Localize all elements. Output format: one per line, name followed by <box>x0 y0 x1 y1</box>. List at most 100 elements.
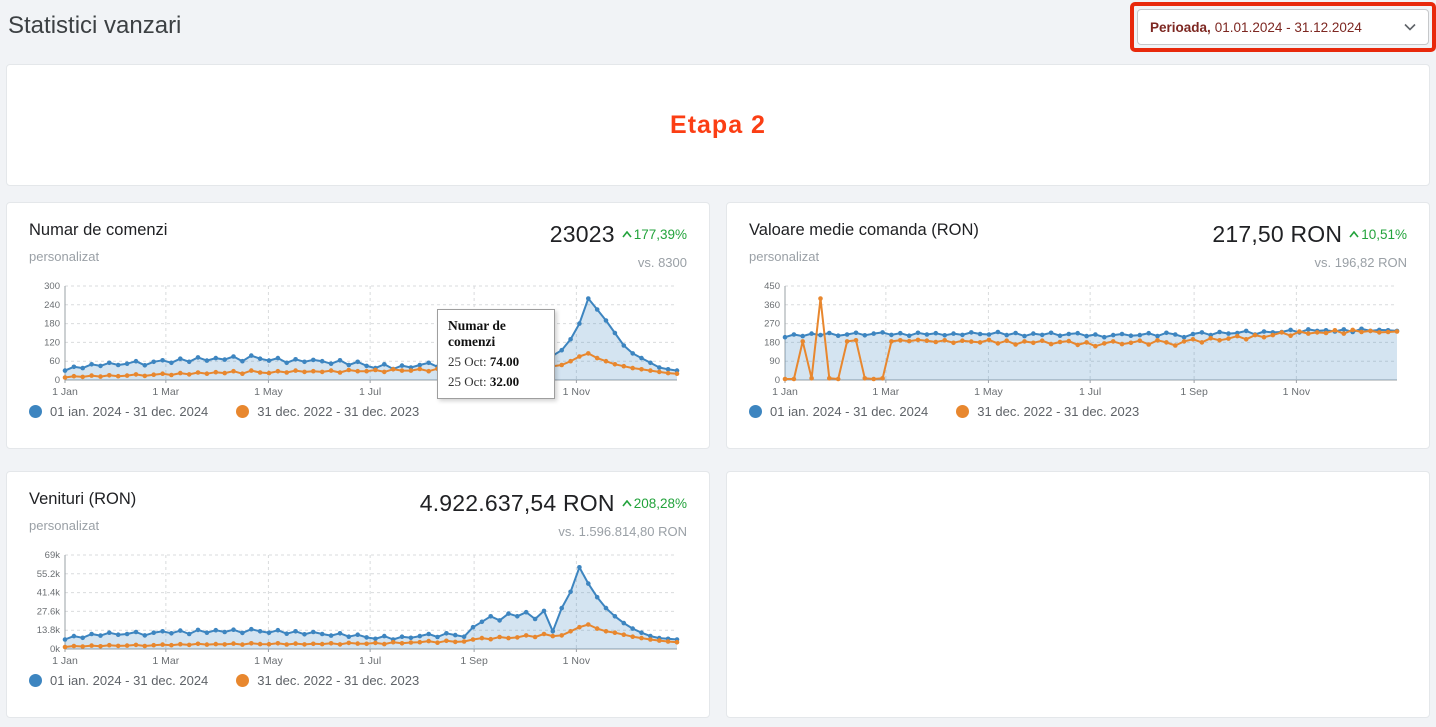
card-venituri: Venituri (RON) personalizat 4.922.637,54… <box>6 471 710 718</box>
chart-subtitle: personalizat <box>29 249 167 264</box>
legend-dot-orange <box>236 405 249 418</box>
trend-up-icon <box>1349 231 1359 238</box>
kpi-value: 23023 <box>550 221 615 248</box>
svg-text:1 Jan: 1 Jan <box>772 386 798 398</box>
legend-item-current-period[interactable]: 01 ian. 2024 - 31 dec. 2024 <box>749 404 928 419</box>
legend-label: 31 dec. 2022 - 31 dec. 2023 <box>257 404 419 419</box>
svg-text:1 May: 1 May <box>254 655 283 667</box>
revenue-line-chart[interactable]: 0k 13.8k 27.6k 41.4k 55.2k 69k 1 Jan 1 Mar 1 May… <box>29 547 685 669</box>
chart-subtitle: personalizat <box>749 249 979 264</box>
trend-up-icon <box>622 231 632 238</box>
card-header: Numar de comenzi personalizat 23023 177,… <box>29 221 687 270</box>
legend-dot-blue <box>29 674 42 687</box>
svg-text:300: 300 <box>44 281 60 292</box>
kpi-comparison: vs. 8300 <box>550 255 687 270</box>
dashboard-page: Statistici vanzari Perioada, 01.01.2024 -… <box>0 0 1436 718</box>
period-dropdown[interactable]: Perioada, 01.01.2024 - 31.12.2024 <box>1137 9 1429 45</box>
trend-up-icon <box>622 500 632 507</box>
legend-dot-blue <box>749 405 762 418</box>
chevron-down-icon <box>1404 23 1416 31</box>
kpi-value: 217,50 RON <box>1212 221 1342 248</box>
legend-item-previous-period[interactable]: 31 dec. 2022 - 31 dec. 2023 <box>236 404 419 419</box>
legend-label: 01 ian. 2024 - 31 dec. 2024 <box>770 404 928 419</box>
cards-grid: Numar de comenzi personalizat 23023 177,… <box>6 202 1430 718</box>
average-order-line-chart[interactable]: 0 90 180 270 360 450 1 Jan 1 Mar 1 May 1 Jul 1 Sep… <box>749 278 1405 400</box>
legend-item-previous-period[interactable]: 31 dec. 2022 - 31 dec. 2023 <box>236 673 419 688</box>
chart-title: Valoare medie comanda (RON) <box>749 221 979 240</box>
svg-text:27.6k: 27.6k <box>37 606 60 617</box>
svg-text:180: 180 <box>764 337 780 348</box>
kpi-comparison: vs. 196,82 RON <box>1212 255 1407 270</box>
svg-text:180: 180 <box>44 319 60 330</box>
kpi-comparison: vs. 1.596.814,80 RON <box>420 524 687 539</box>
svg-text:0: 0 <box>775 375 780 386</box>
orders-line-chart[interactable]: 0601201802403001 Jan1 Mar1 May1 Jul1 Sep… <box>29 278 685 400</box>
svg-text:60: 60 <box>49 356 60 367</box>
card-empty <box>726 471 1430 718</box>
kpi-delta: 10,51% <box>1349 227 1407 242</box>
page-title: Statistici vanzari <box>8 12 181 40</box>
svg-text:1 Jan: 1 Jan <box>52 655 78 667</box>
svg-text:1 Mar: 1 Mar <box>152 386 179 398</box>
svg-text:1 Mar: 1 Mar <box>152 655 179 667</box>
chart-title: Venituri (RON) <box>29 490 136 509</box>
tooltip-row: 25 Oct: 74.00 <box>448 354 544 370</box>
kpi-delta: 177,39% <box>622 227 687 242</box>
svg-text:0: 0 <box>55 375 60 386</box>
period-value: 01.01.2024 - 31.12.2024 <box>1215 20 1362 35</box>
svg-text:270: 270 <box>764 319 780 330</box>
legend-dot-orange <box>956 405 969 418</box>
chart-subtitle: personalizat <box>29 518 136 533</box>
top-bar: Statistici vanzari Perioada, 01.01.2024 -… <box>6 0 1430 64</box>
svg-text:1 Jul: 1 Jul <box>359 386 381 398</box>
svg-text:1 Jul: 1 Jul <box>359 655 381 667</box>
kpi-value: 4.922.637,54 RON <box>420 490 615 517</box>
svg-text:41.4k: 41.4k <box>37 588 60 599</box>
tooltip-title: Numar de comenzi <box>448 318 544 350</box>
legend-dot-blue <box>29 405 42 418</box>
legend-label: 01 ian. 2024 - 31 dec. 2024 <box>50 673 208 688</box>
stage-banner-text: Etapa 2 <box>670 111 766 140</box>
svg-text:1 Nov: 1 Nov <box>1283 386 1311 398</box>
legend-label: 01 ian. 2024 - 31 dec. 2024 <box>50 404 208 419</box>
chart-legend: 01 ian. 2024 - 31 dec. 2024 31 dec. 2022… <box>29 404 687 419</box>
svg-text:450: 450 <box>764 281 780 292</box>
tooltip-row: 25 Oct: 32.00 <box>448 374 544 390</box>
legend-item-previous-period[interactable]: 31 dec. 2022 - 31 dec. 2023 <box>956 404 1139 419</box>
card-valoare-medie: Valoare medie comanda (RON) personalizat… <box>726 202 1430 449</box>
svg-text:1 May: 1 May <box>974 386 1003 398</box>
svg-text:55.2k: 55.2k <box>37 569 60 580</box>
legend-item-current-period[interactable]: 01 ian. 2024 - 31 dec. 2024 <box>29 673 208 688</box>
svg-text:1 Jan: 1 Jan <box>52 386 78 398</box>
card-header: Valoare medie comanda (RON) personalizat… <box>749 221 1407 270</box>
svg-text:240: 240 <box>44 300 60 311</box>
svg-text:0k: 0k <box>50 644 60 655</box>
card-header: Venituri (RON) personalizat 4.922.637,54… <box>29 490 687 539</box>
chart-title: Numar de comenzi <box>29 221 167 240</box>
chart-legend: 01 ian. 2024 - 31 dec. 2024 31 dec. 2022… <box>29 673 687 688</box>
period-dropdown-label: Perioada, 01.01.2024 - 31.12.2024 <box>1150 20 1362 35</box>
svg-text:90: 90 <box>769 356 780 367</box>
svg-text:360: 360 <box>764 300 780 311</box>
kpi-delta: 208,28% <box>622 496 687 511</box>
svg-text:1 May: 1 May <box>254 386 283 398</box>
legend-label: 31 dec. 2022 - 31 dec. 2023 <box>977 404 1139 419</box>
svg-text:69k: 69k <box>45 550 61 561</box>
svg-text:1 Sep: 1 Sep <box>1180 386 1208 398</box>
stage-banner: Etapa 2 <box>6 64 1430 186</box>
period-prefix: Perioada, <box>1150 20 1211 35</box>
svg-text:1 Sep: 1 Sep <box>460 655 488 667</box>
svg-text:1 Nov: 1 Nov <box>563 655 591 667</box>
svg-text:13.8k: 13.8k <box>37 625 60 636</box>
svg-text:120: 120 <box>44 337 60 348</box>
chart-tooltip: Numar de comenzi 25 Oct: 74.00 25 Oct: 3… <box>437 309 555 399</box>
svg-text:1 Jul: 1 Jul <box>1079 386 1101 398</box>
legend-dot-orange <box>236 674 249 687</box>
legend-item-current-period[interactable]: 01 ian. 2024 - 31 dec. 2024 <box>29 404 208 419</box>
svg-text:1 Mar: 1 Mar <box>872 386 899 398</box>
period-annotation-box: Perioada, 01.01.2024 - 31.12.2024 <box>1130 2 1436 52</box>
svg-text:1 Nov: 1 Nov <box>563 386 591 398</box>
card-numar-comenzi: Numar de comenzi personalizat 23023 177,… <box>6 202 710 449</box>
chart-legend: 01 ian. 2024 - 31 dec. 2024 31 dec. 2022… <box>749 404 1407 419</box>
legend-label: 31 dec. 2022 - 31 dec. 2023 <box>257 673 419 688</box>
